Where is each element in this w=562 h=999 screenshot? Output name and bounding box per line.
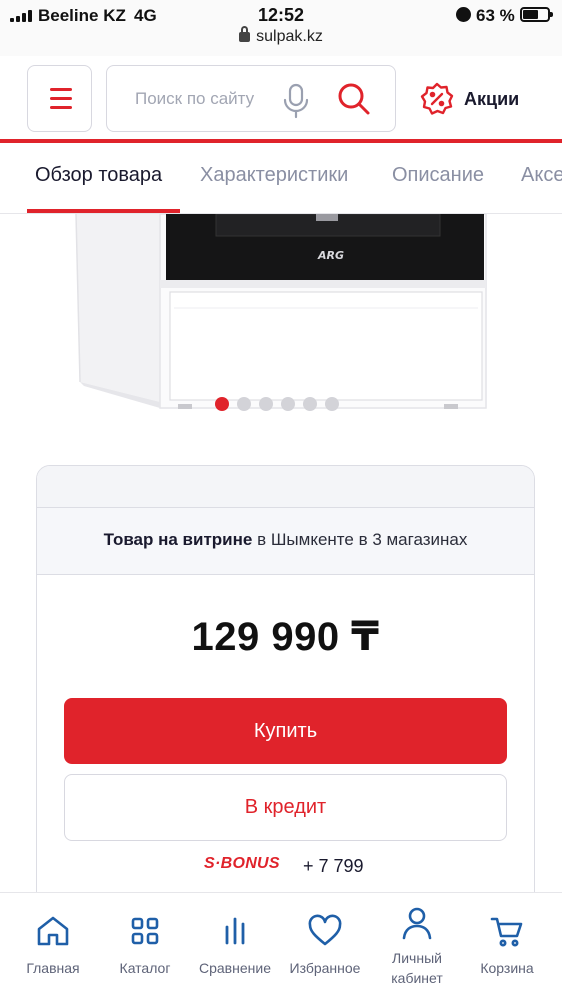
microphone-icon[interactable] <box>282 83 310 119</box>
sbonus-logo: S·BONUS <box>204 855 280 872</box>
gallery-pagination <box>0 397 562 413</box>
nav-account-label-line1: Личный <box>392 950 442 966</box>
purchase-card: Товар на витрине в Шымкенте в 3 магазина… <box>36 465 535 925</box>
gallery-dot[interactable] <box>281 397 295 411</box>
nav-home[interactable]: Главная <box>8 893 98 999</box>
home-icon <box>37 916 69 946</box>
nav-account[interactable]: Личный кабинет <box>372 893 462 999</box>
status-bar: Beeline KZ 4G 12:52 sulpak.kz 63 % <box>0 0 562 56</box>
battery-percent: 63 % <box>476 6 515 25</box>
gallery-dot[interactable] <box>259 397 273 411</box>
nav-home-label: Главная <box>26 960 80 976</box>
brand-logo: ARG <box>317 249 344 262</box>
tab-specifications[interactable]: Характеристики <box>200 164 348 187</box>
search-input[interactable]: Поиск по сайту <box>106 65 396 132</box>
compare-icon <box>225 917 245 945</box>
gallery-dot[interactable] <box>215 397 229 411</box>
promo-label: Акции <box>464 89 520 109</box>
gallery-dot[interactable] <box>237 397 251 411</box>
search-icon[interactable] <box>337 82 371 116</box>
bonus-points: + 7 799 <box>303 856 364 876</box>
credit-button[interactable]: В кредит <box>64 774 507 841</box>
menu-button[interactable] <box>27 65 92 132</box>
bottom-navigation: Главная Каталог Сравнение Избранное Личн… <box>0 892 562 999</box>
address-bar[interactable]: sulpak.kz <box>0 26 562 46</box>
catalog-icon <box>131 917 159 945</box>
nav-favorites[interactable]: Избранное <box>280 893 370 999</box>
gallery-dot[interactable] <box>325 397 339 411</box>
card-header-strip <box>37 466 534 508</box>
nav-compare-label: Сравнение <box>199 960 271 976</box>
user-icon <box>402 907 432 940</box>
tab-accessories[interactable]: Аксессуары <box>521 164 562 187</box>
nav-cart[interactable]: Корзина <box>462 893 552 999</box>
nav-catalog[interactable]: Каталог <box>100 893 190 999</box>
nav-cart-label: Корзина <box>480 960 534 976</box>
product-price: 129 990 ₸ <box>191 615 380 659</box>
alarm-icon <box>456 7 471 22</box>
heart-icon <box>308 914 342 946</box>
buy-button[interactable]: Купить <box>64 698 507 764</box>
product-tabs: Обзор товара Характеристики Описание Акс… <box>0 143 562 214</box>
availability-info[interactable]: Товар на витрине в Шымкенте в 3 магазина… <box>37 508 534 575</box>
lock-icon <box>239 26 251 42</box>
tab-overview[interactable]: Обзор товара <box>35 164 162 187</box>
site-header: Поиск по сайту Акции <box>0 56 562 142</box>
site-url: sulpak.kz <box>256 28 323 45</box>
nav-catalog-label: Каталог <box>119 960 171 976</box>
nav-compare[interactable]: Сравнение <box>190 893 280 999</box>
discount-badge-icon <box>420 82 454 115</box>
gallery-dot[interactable] <box>303 397 317 411</box>
battery-icon <box>520 7 553 22</box>
nav-favorites-label: Избранное <box>289 960 361 976</box>
availability-status: Товар на витрине <box>103 530 253 549</box>
active-tab-indicator <box>27 209 180 213</box>
nav-account-label-line2: кабинет <box>391 970 443 986</box>
cart-icon <box>490 917 523 947</box>
search-placeholder: Поиск по сайту <box>135 89 255 108</box>
availability-location: в Шымкенте в 3 магазинах <box>257 530 468 549</box>
tab-description[interactable]: Описание <box>392 164 484 187</box>
